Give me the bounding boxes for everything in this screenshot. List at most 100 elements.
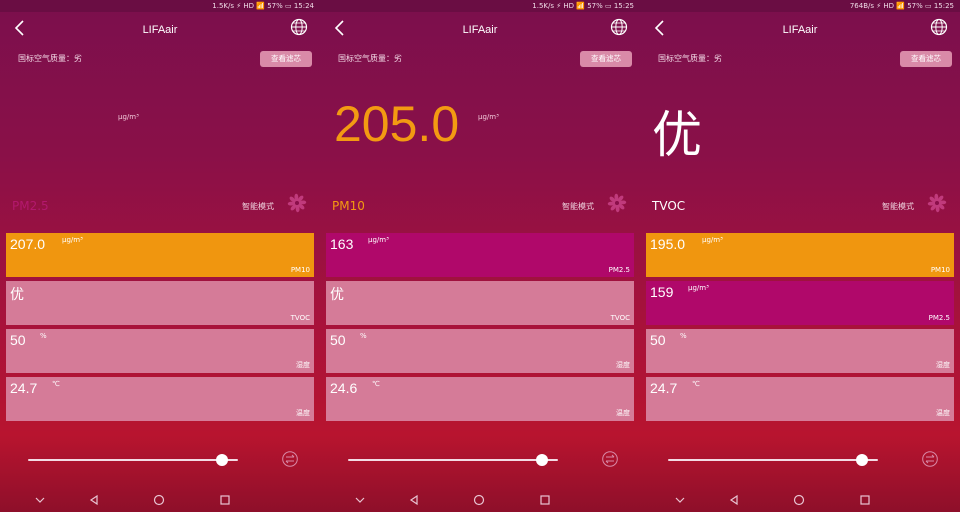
app-bar: LIFAair xyxy=(640,18,960,44)
app-bar: LIFAair xyxy=(0,18,320,44)
fan-speed-slider-thumb[interactable] xyxy=(856,454,868,466)
card-unit: μg/m³ xyxy=(702,236,723,244)
system-nav-bar xyxy=(640,488,960,512)
card-value: 195.0 xyxy=(650,236,686,252)
card-label: 温度 xyxy=(936,409,950,417)
primary-metric-name: PM2.5 xyxy=(12,199,49,213)
chevron-down-icon[interactable] xyxy=(34,494,46,506)
app-title: LIFAair xyxy=(142,24,178,36)
app-bar: LIFAair xyxy=(320,18,640,44)
nav-back-icon[interactable] xyxy=(88,494,100,506)
chevron-down-icon[interactable] xyxy=(354,494,366,506)
nav-home-icon[interactable] xyxy=(473,494,485,506)
nav-back-icon[interactable] xyxy=(728,494,740,506)
status-bar: 764B/s ⚡ HD 📶 57% ▭ 15:25 xyxy=(640,0,960,12)
card-label: 温度 xyxy=(616,409,630,417)
globe-icon[interactable] xyxy=(290,18,308,36)
card-label: 温度 xyxy=(296,409,310,417)
card-value: 159 xyxy=(650,284,674,300)
fan-speed-slider-thumb[interactable] xyxy=(536,454,548,466)
card-unit: μg/m³ xyxy=(368,236,389,244)
card-value: 50 xyxy=(10,332,26,348)
status-bar: 1.5K/s ⚡ HD 📶 57% ▭ 15:25 xyxy=(320,0,640,12)
reading-card-pm10[interactable]: 207.0 μg/m³ PM10 xyxy=(6,233,314,277)
card-label: 湿度 xyxy=(616,361,630,369)
reading-card-pm25[interactable]: 159 μg/m³ PM2.5 xyxy=(646,281,954,325)
card-unit: ℃ xyxy=(692,380,700,388)
card-unit: ℃ xyxy=(372,380,380,388)
globe-icon[interactable] xyxy=(610,18,628,36)
card-label: PM2.5 xyxy=(928,314,950,322)
nav-home-icon[interactable] xyxy=(153,494,165,506)
nav-recents-icon[interactable] xyxy=(859,494,871,506)
primary-unit: μg/m³ xyxy=(118,113,139,121)
air-quality-label: 国标空气质量：劣 xyxy=(338,54,402,63)
card-value: 24.7 xyxy=(10,380,38,396)
card-label: 湿度 xyxy=(296,361,310,369)
fan-icon[interactable] xyxy=(604,190,630,216)
view-filter-button[interactable]: 查看滤芯 xyxy=(260,51,312,67)
primary-reading: 优 xyxy=(652,107,702,163)
air-quality-label: 国标空气质量：劣 xyxy=(658,54,722,63)
reading-card-humidity[interactable]: 50 % 湿度 xyxy=(6,329,314,373)
fan-speed-slider-track[interactable] xyxy=(348,459,558,461)
app-title: LIFAair xyxy=(782,24,818,36)
reading-card-humidity[interactable]: 50 % 湿度 xyxy=(646,329,954,373)
primary-metric-name: TVOC xyxy=(652,199,686,213)
reading-card-tvoc[interactable]: 优 TVOC xyxy=(6,281,314,325)
phone-screen-3: 764B/s ⚡ HD 📶 57% ▭ 15:25 LIFAair 国标空气质量… xyxy=(640,0,960,512)
card-label: PM10 xyxy=(930,266,950,274)
reading-card-temperature[interactable]: 24.6 ℃ 温度 xyxy=(326,377,634,421)
fan-speed-slider-track[interactable] xyxy=(28,459,238,461)
view-filter-button[interactable]: 查看滤芯 xyxy=(580,51,632,67)
card-unit: ℃ xyxy=(52,380,60,388)
card-unit: % xyxy=(360,332,367,340)
globe-icon[interactable] xyxy=(930,18,948,36)
swap-icon[interactable] xyxy=(922,451,938,467)
nav-recents-icon[interactable] xyxy=(539,494,551,506)
chevron-down-icon[interactable] xyxy=(674,494,686,506)
reading-card-tvoc[interactable]: 优 TVOC xyxy=(326,281,634,325)
card-value: 207.0 xyxy=(10,236,46,252)
card-label: PM2.5 xyxy=(608,266,630,274)
card-value: 163 xyxy=(330,236,354,252)
phone-screen-2: 1.5K/s ⚡ HD 📶 57% ▭ 15:25 LIFAair 国标空气质量… xyxy=(320,0,640,512)
app-title: LIFAair xyxy=(462,24,498,36)
swap-icon[interactable] xyxy=(282,451,298,467)
system-nav-bar xyxy=(320,488,640,512)
card-unit: μg/m³ xyxy=(62,236,83,244)
swap-icon[interactable] xyxy=(602,451,618,467)
primary-metric-name: PM10 xyxy=(332,199,365,213)
primary-unit: μg/m³ xyxy=(478,113,499,121)
mode-label: 智能模式 xyxy=(562,202,594,211)
card-value: 24.6 xyxy=(330,380,358,396)
reading-card-humidity[interactable]: 50 % 湿度 xyxy=(326,329,634,373)
fan-icon[interactable] xyxy=(284,190,310,216)
fan-speed-slider-thumb[interactable] xyxy=(216,454,228,466)
reading-card-pm10[interactable]: 195.0 μg/m³ PM10 xyxy=(646,233,954,277)
mode-label: 智能模式 xyxy=(242,202,274,211)
nav-back-icon[interactable] xyxy=(408,494,420,506)
system-nav-bar xyxy=(0,488,320,512)
reading-card-pm25[interactable]: 163 μg/m³ PM2.5 xyxy=(326,233,634,277)
nav-recents-icon[interactable] xyxy=(219,494,231,506)
fan-speed-slider-track[interactable] xyxy=(668,459,878,461)
card-value: 优 xyxy=(330,286,344,302)
card-label: TVOC xyxy=(610,314,630,322)
card-value: 24.7 xyxy=(650,380,678,396)
card-label: PM10 xyxy=(290,266,310,274)
reading-card-temperature[interactable]: 24.7 ℃ 温度 xyxy=(646,377,954,421)
card-value: 50 xyxy=(330,332,346,348)
card-value: 50 xyxy=(650,332,666,348)
nav-home-icon[interactable] xyxy=(793,494,805,506)
card-value: 优 xyxy=(10,286,24,302)
card-label: 湿度 xyxy=(936,361,950,369)
mode-label: 智能模式 xyxy=(882,202,914,211)
view-filter-button[interactable]: 查看滤芯 xyxy=(900,51,952,67)
phone-screen-1: 1.5K/s ⚡ HD 📶 57% ▭ 15:24 LIFAair 国标空气质量… xyxy=(0,0,320,512)
fan-icon[interactable] xyxy=(924,190,950,216)
air-quality-label: 国标空气质量：劣 xyxy=(18,54,82,63)
reading-card-temperature[interactable]: 24.7 ℃ 温度 xyxy=(6,377,314,421)
card-label: TVOC xyxy=(290,314,310,322)
card-unit: μg/m³ xyxy=(688,284,709,292)
